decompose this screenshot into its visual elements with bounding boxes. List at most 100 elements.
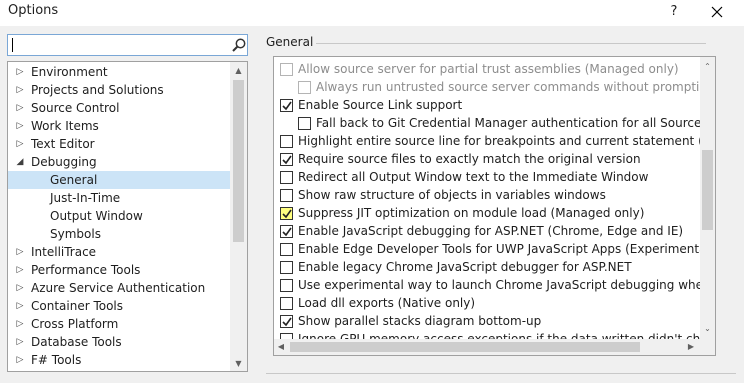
tree-scrollbar[interactable]: ▲ ▼: [230, 62, 247, 371]
option-row[interactable]: Always run untrusted source server comma…: [298, 78, 715, 96]
option-label: Use experimental way to launch Chrome Ja…: [298, 278, 716, 292]
option-checkbox[interactable]: [280, 243, 293, 256]
window-title: Options: [8, 3, 59, 18]
tree-item[interactable]: ▷ Container Tools: [8, 297, 230, 315]
tree-item[interactable]: ▷ Azure Service Authentication: [8, 279, 230, 297]
option-row[interactable]: Highlight entire source line for breakpo…: [280, 132, 716, 150]
tree-item[interactable]: ◢ Debugging: [8, 153, 230, 171]
tree-item[interactable]: ▷ F# Tools: [8, 351, 230, 369]
tree-item[interactable]: ▷ Work Items: [8, 117, 230, 135]
tree-item[interactable]: ▷ Cross Platform: [8, 315, 230, 333]
search-input[interactable]: [8, 35, 218, 55]
option-row[interactable]: Use experimental way to launch Chrome Ja…: [280, 276, 716, 294]
collapsed-arrow-icon[interactable]: ▷: [15, 297, 25, 315]
close-button[interactable]: [706, 1, 728, 23]
tree-item-label: F# Tools: [31, 353, 82, 367]
scroll-up-icon[interactable]: ⌃: [699, 60, 715, 74]
collapsed-arrow-icon[interactable]: ▷: [15, 369, 25, 371]
option-row[interactable]: Enable Edge Developer Tools for UWP Java…: [280, 240, 715, 258]
tree-item-label: Just-In-Time: [50, 191, 121, 205]
collapsed-arrow-icon[interactable]: ▷: [15, 117, 25, 135]
tree-item[interactable]: ▷ Source Control: [8, 99, 230, 117]
option-checkbox[interactable]: [298, 81, 311, 94]
option-checkbox[interactable]: [280, 189, 293, 202]
checkmark-icon: [282, 209, 292, 219]
option-row[interactable]: Redirect all Output Window text to the I…: [280, 168, 715, 186]
collapsed-arrow-icon[interactable]: ▷: [15, 279, 25, 297]
option-checkbox[interactable]: [280, 99, 293, 112]
options-horizontal-scrollbar[interactable]: ◀ ▶: [274, 339, 715, 355]
option-row[interactable]: Suppress JIT optimization on module load…: [280, 204, 715, 222]
tree-item-label: General: [50, 173, 98, 187]
option-label: Show parallel stacks diagram bottom-up: [298, 314, 542, 328]
collapsed-arrow-icon[interactable]: ▷: [15, 81, 25, 99]
options-vertical-scrollbar[interactable]: ⌃ ⌄: [700, 57, 715, 339]
checkmark-icon: [282, 101, 292, 111]
help-button[interactable]: ?: [664, 2, 684, 22]
collapsed-arrow-icon[interactable]: ▷: [15, 135, 25, 153]
option-row[interactable]: Allow source server for partial trust as…: [280, 60, 715, 78]
search-icon[interactable]: [231, 37, 247, 53]
tree-item[interactable]: ▷ Database Tools: [8, 333, 230, 351]
option-label: Fall back to Git Credential Manager auth…: [316, 116, 715, 130]
option-checkbox[interactable]: [280, 63, 293, 76]
option-checkbox[interactable]: [280, 297, 293, 310]
collapsed-arrow-icon[interactable]: ▷: [15, 243, 25, 261]
option-checkbox[interactable]: [280, 225, 293, 238]
option-row[interactable]: Show parallel stacks diagram bottom-up: [280, 312, 715, 330]
tree-item[interactable]: General: [8, 171, 230, 189]
option-checkbox[interactable]: [280, 315, 293, 328]
option-checkbox[interactable]: [280, 135, 293, 148]
tree-item[interactable]: ▷ Environment: [8, 63, 230, 81]
option-checkbox[interactable]: [280, 261, 293, 274]
tree-item[interactable]: ▷ Text Editor: [8, 135, 230, 153]
option-row[interactable]: Show raw structure of objects in variabl…: [280, 186, 715, 204]
scroll-left-icon[interactable]: ◀: [274, 340, 288, 354]
collapsed-arrow-icon[interactable]: ▷: [15, 63, 25, 81]
tree-item[interactable]: ▷ IntelliTrace: [8, 243, 230, 261]
tree-item[interactable]: ▷ Performance Tools: [8, 261, 230, 279]
expanded-arrow-icon[interactable]: ◢: [15, 153, 25, 171]
scroll-right-icon[interactable]: ▶: [684, 340, 698, 354]
tree-item[interactable]: Symbols: [8, 225, 230, 243]
option-checkbox[interactable]: [280, 279, 293, 292]
option-checkbox[interactable]: [280, 153, 293, 166]
options-hscroll-thumb[interactable]: [290, 342, 640, 352]
collapsed-arrow-icon[interactable]: ▷: [15, 315, 25, 333]
tree-item[interactable]: ▷ HTML Tools: [8, 369, 230, 371]
option-label: Redirect all Output Window text to the I…: [298, 170, 649, 184]
collapsed-arrow-icon[interactable]: ▷: [15, 351, 25, 369]
tree-item[interactable]: Output Window: [8, 207, 230, 225]
collapsed-arrow-icon[interactable]: ▷: [15, 99, 25, 117]
option-checkbox[interactable]: [298, 117, 311, 130]
title-bar: Options ?: [0, 0, 744, 26]
tree-scroll-thumb[interactable]: [233, 80, 244, 242]
option-label: Enable legacy Chrome JavaScript debugger…: [298, 260, 632, 274]
option-row[interactable]: Require source files to exactly match th…: [280, 150, 715, 168]
option-row[interactable]: Fall back to Git Credential Manager auth…: [298, 114, 715, 132]
collapsed-arrow-icon[interactable]: ▷: [15, 333, 25, 351]
option-row[interactable]: Enable Source Link support: [280, 96, 715, 114]
search-box[interactable]: [7, 34, 248, 56]
options-scroll-thumb[interactable]: [702, 150, 713, 230]
tree-item-label: Cross Platform: [31, 317, 119, 331]
option-row[interactable]: Load dll exports (Native only): [280, 294, 715, 312]
option-label: Highlight entire source line for breakpo…: [298, 134, 716, 148]
section-divider: [316, 43, 706, 44]
tree-item-label: Debugging: [31, 155, 97, 169]
option-checkbox[interactable]: [280, 171, 293, 184]
tree-item[interactable]: Just-In-Time: [8, 189, 230, 207]
scroll-down-icon[interactable]: ⌄: [699, 322, 715, 336]
collapsed-arrow-icon[interactable]: ▷: [15, 261, 25, 279]
scroll-up-icon[interactable]: ▲: [230, 64, 247, 78]
tree-item-label: Projects and Solutions: [31, 83, 164, 97]
checkmark-icon: [282, 155, 292, 165]
options-list: Allow source server for partial trust as…: [273, 56, 716, 356]
option-checkbox[interactable]: [280, 207, 293, 220]
tree-item-label: IntelliTrace: [31, 245, 97, 259]
option-row[interactable]: Enable JavaScript debugging for ASP.NET …: [280, 222, 715, 240]
scroll-down-icon[interactable]: ▼: [230, 357, 247, 371]
options-tree[interactable]: ▷ Environment ▷ Projects and Solutions ▷ Sour…: [7, 61, 248, 372]
option-row[interactable]: Enable legacy Chrome JavaScript debugger…: [280, 258, 715, 276]
tree-item[interactable]: ▷ Projects and Solutions: [8, 81, 230, 99]
